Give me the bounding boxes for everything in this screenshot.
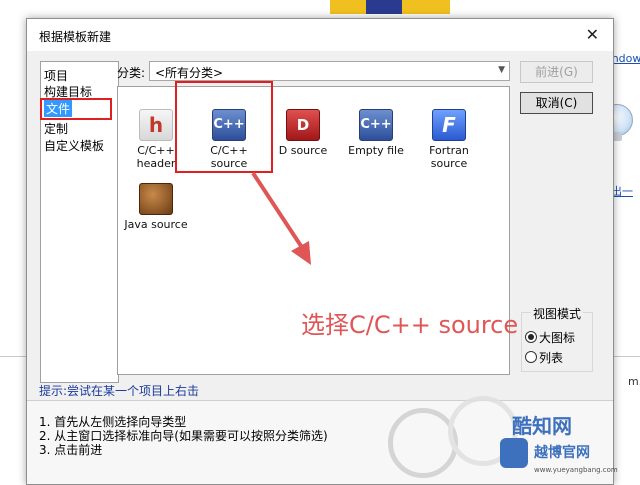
close-icon[interactable]: ✕: [586, 25, 599, 44]
template-fortran-source[interactable]: F Fortran source: [413, 109, 485, 170]
watermark-house-icon: [500, 438, 528, 468]
view-mode-large-icons[interactable]: 大图标: [525, 329, 575, 346]
watermark-brand: 酷知网: [512, 414, 572, 438]
category-item-project[interactable]: 项目: [44, 67, 68, 84]
watermark-circle: [388, 408, 458, 478]
category-filter-select[interactable]: <所有分类> ▼: [149, 61, 510, 81]
step-item: 1. 首先从左侧选择向导类型: [39, 415, 187, 429]
watermark: 酷知网 越博官网 www.yueyangbang.com: [388, 396, 638, 483]
empty-file-icon: C++: [359, 109, 393, 141]
step-item: 2. 从主窗口选择标准向导(如果需要可以按照分类筛选): [39, 429, 328, 443]
category-item-custom[interactable]: 定制: [44, 120, 68, 137]
template-label: Empty file: [348, 144, 404, 157]
filter-value: <所有分类>: [155, 66, 224, 80]
watermark-url: www.yueyangbang.com: [534, 466, 618, 474]
step-item: 3. 点击前进: [39, 443, 103, 457]
template-java-source[interactable]: Java source: [120, 183, 192, 231]
dialog-title: 根据模板新建: [39, 30, 112, 44]
next-button[interactable]: 前进(G): [520, 61, 593, 83]
radio-label: 大图标: [539, 331, 576, 345]
chevron-down-icon[interactable]: ▼: [498, 65, 505, 75]
template-label: Java source: [124, 218, 188, 231]
radio-checked-icon[interactable]: [525, 331, 537, 343]
hint-text: 提示:尝试在某一个项目上右击: [39, 384, 200, 398]
dialog-titlebar: 根据模板新建 ✕: [27, 19, 613, 51]
annotation-arrow: [251, 171, 311, 265]
instruction-steps: 1. 首先从左侧选择向导类型 2. 从主窗口选择标准向导(如果需要可以按照分类筛…: [39, 415, 328, 457]
background-page: [0, 0, 640, 18]
h-header-icon: h: [139, 109, 173, 141]
radio-label: 列表: [539, 351, 564, 365]
cancel-button[interactable]: 取消(C): [520, 92, 593, 114]
java-source-icon: [139, 183, 173, 215]
watermark-site-name: 越博官网: [534, 445, 590, 461]
view-mode-title: 视图模式: [531, 305, 584, 322]
background-banner: [330, 0, 450, 14]
template-label: Fortran source: [429, 144, 469, 170]
background-text: m.: [628, 375, 640, 388]
template-empty-file[interactable]: C++ Empty file: [340, 109, 412, 157]
highlight-box-cpp-source: [175, 81, 273, 173]
template-label: D source: [278, 144, 328, 157]
filter-label: 分类:: [117, 66, 146, 80]
template-d-source[interactable]: D D source: [267, 109, 339, 157]
annotation-text: 选择C/C++ source: [301, 311, 519, 339]
highlight-box-file: [40, 98, 112, 120]
fortran-source-icon: F: [432, 109, 466, 141]
view-mode-list[interactable]: 列表: [525, 349, 563, 366]
d-source-icon: D: [286, 109, 320, 141]
category-item-user-templates[interactable]: 自定义模板: [44, 137, 104, 154]
radio-icon[interactable]: [525, 351, 537, 363]
